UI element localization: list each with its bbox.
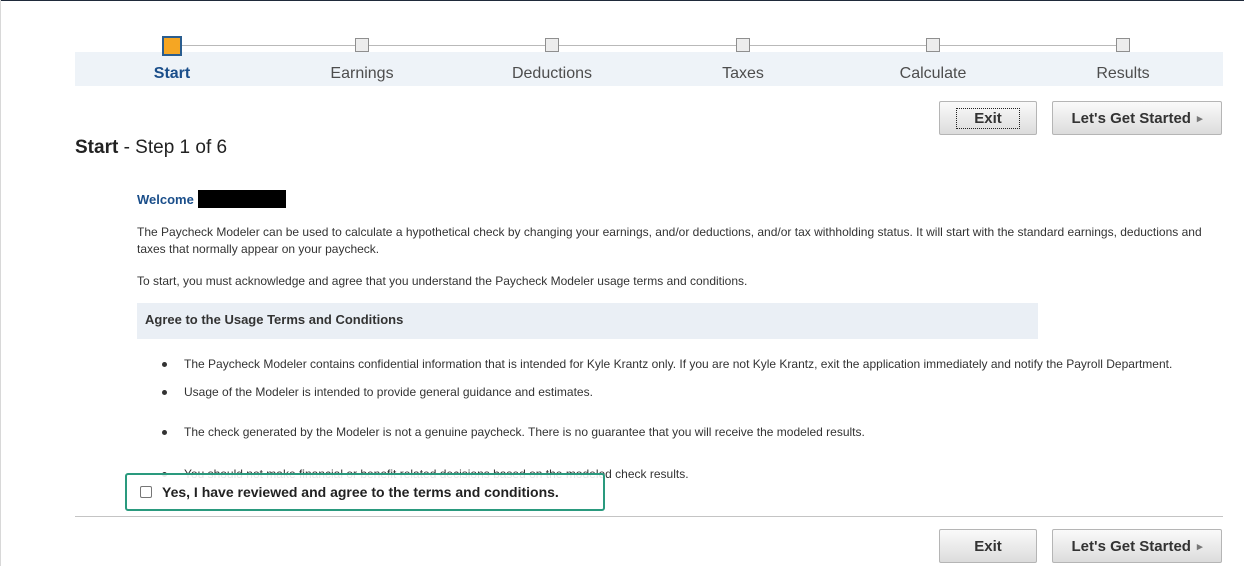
- step-label: Results: [1096, 65, 1150, 82]
- welcome-label: Welcome: [137, 191, 194, 207]
- bullet-icon: [162, 361, 167, 367]
- exit-button-label: Exit: [956, 107, 1020, 129]
- footer-divider: [75, 516, 1223, 517]
- step-current-icon: [162, 36, 182, 56]
- left-border: [0, 0, 1, 566]
- terms-item-text: The check generated by the Modeler is no…: [184, 425, 865, 439]
- step-pending-icon: [736, 38, 750, 52]
- step-calculate[interactable]: Calculate: [833, 34, 1033, 86]
- terms-list-item: The Paycheck Modeler contains confidenti…: [162, 357, 1172, 371]
- page-title-step-name: Start: [75, 137, 119, 158]
- step-earnings[interactable]: Earnings: [262, 34, 462, 86]
- chevron-right-icon: ▸: [1196, 112, 1203, 125]
- agree-terms-highlight: Yes, I have reviewed and agree to the te…: [125, 473, 605, 511]
- step-label: Calculate: [899, 65, 967, 82]
- step-label: Taxes: [722, 65, 764, 82]
- step-label: Deductions: [511, 65, 593, 82]
- step-results[interactable]: Results: [1023, 34, 1223, 86]
- welcome-heading: Welcome: [137, 190, 286, 208]
- step-deductions[interactable]: Deductions: [452, 34, 652, 86]
- agree-terms-checkbox[interactable]: [140, 486, 152, 498]
- redacted-name: [197, 190, 286, 208]
- exit-button-top[interactable]: Exit: [939, 101, 1037, 135]
- lets-get-started-button-bottom[interactable]: Let's Get Started ▸: [1052, 529, 1222, 563]
- page-title: Start - Step 1 of 6: [75, 137, 227, 159]
- step-pending-icon: [355, 38, 369, 52]
- lets-get-started-label: Let's Get Started: [1071, 109, 1191, 127]
- exit-button-label: Exit: [974, 537, 1002, 555]
- lets-get-started-button-top[interactable]: Let's Get Started ▸: [1052, 101, 1222, 135]
- chevron-right-icon: ▸: [1196, 540, 1203, 553]
- page-title-step-count: - Step 1 of 6: [118, 137, 228, 158]
- bullet-icon: [162, 429, 167, 435]
- step-tracker: Start Earnings Deductions Taxes Calculat…: [75, 34, 1223, 86]
- terms-item-text: Usage of the Modeler is intended to prov…: [184, 385, 593, 399]
- lets-get-started-label: Let's Get Started: [1071, 537, 1191, 555]
- step-start[interactable]: Start: [72, 34, 272, 86]
- terms-list-item: The check generated by the Modeler is no…: [162, 425, 865, 439]
- step-label: Earnings: [330, 65, 394, 82]
- step-taxes[interactable]: Taxes: [643, 34, 843, 86]
- step-label: Start: [153, 65, 191, 82]
- step-pending-icon: [1116, 38, 1130, 52]
- bullet-icon: [162, 389, 167, 395]
- top-border: [0, 0, 1244, 1]
- step-pending-icon: [926, 38, 940, 52]
- agree-terms-label[interactable]: Yes, I have reviewed and agree to the te…: [162, 484, 559, 500]
- terms-heading: Agree to the Usage Terms and Conditions: [137, 303, 1038, 339]
- terms-list-item: Usage of the Modeler is intended to prov…: [162, 385, 593, 399]
- exit-button-bottom[interactable]: Exit: [939, 529, 1037, 563]
- terms-item-text: The Paycheck Modeler contains confidenti…: [184, 357, 1173, 371]
- step-pending-icon: [545, 38, 559, 52]
- acknowledge-text: To start, you must acknowledge and agree…: [137, 274, 748, 288]
- intro-text: The Paycheck Modeler can be used to calc…: [137, 225, 1202, 256]
